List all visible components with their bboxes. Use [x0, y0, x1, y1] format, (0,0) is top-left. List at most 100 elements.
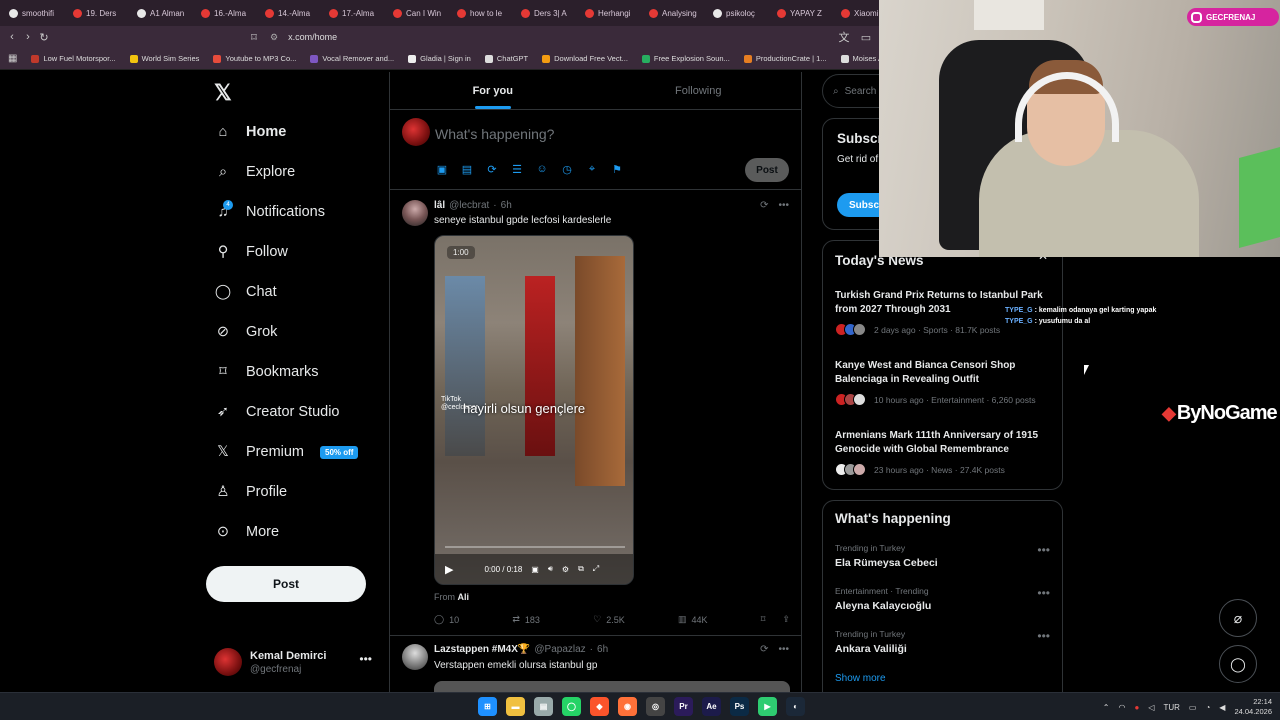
browser-tab[interactable]: 14.-Alma: [260, 2, 322, 24]
browser-tab[interactable]: A1 Alman: [132, 2, 194, 24]
settings-icon[interactable]: ⚙: [562, 565, 569, 574]
back-icon[interactable]: ‹: [4, 31, 20, 43]
bookmark-item[interactable]: ChatGPT: [484, 54, 528, 63]
tweet-time[interactable]: 6h: [501, 200, 512, 211]
address-bar[interactable]: ⚙ x.com/home: [270, 29, 830, 45]
trend-item[interactable]: Trending in Turkey Ela Rümeysa Cebeci •••: [835, 543, 1050, 569]
browser-tab[interactable]: Analysing: [644, 2, 706, 24]
account-switcher[interactable]: Kemal Demirci @gecfrenaj •••: [214, 646, 380, 678]
gif-icon[interactable]: ▤: [460, 162, 474, 176]
tab-following[interactable]: Following: [596, 72, 802, 109]
notepad-icon[interactable]: ▤: [534, 697, 553, 716]
apps-icon[interactable]: ▦: [8, 53, 17, 64]
more-dots-icon[interactable]: •••: [1037, 629, 1050, 643]
photoshop-icon[interactable]: Ps: [730, 697, 749, 716]
image-icon[interactable]: ▣: [435, 162, 449, 176]
avatar[interactable]: [402, 644, 428, 670]
trend-item[interactable]: Trending in Turkey Ankara Valiliği •••: [835, 629, 1050, 655]
browser-tab[interactable]: 19. Ders: [68, 2, 130, 24]
pip-icon[interactable]: ⧉: [578, 564, 584, 574]
tweet[interactable]: lâl @lecbrat · 6h ⟳ ••• seneye istanbul …: [390, 190, 801, 636]
nav-item-bookmarks[interactable]: ⌑ Bookmarks: [214, 358, 318, 386]
repost-button[interactable]: ⇄ 183: [512, 614, 540, 625]
grok-icon[interactable]: ⟳: [760, 200, 768, 211]
tweet-author-name[interactable]: Lazstappen #M4X🏆: [434, 644, 530, 655]
more-dots-icon[interactable]: •••: [778, 200, 789, 211]
language-indicator[interactable]: TUR: [1163, 703, 1179, 712]
news-item[interactable]: Kanye West and Bianca Censori Shop Balen…: [835, 359, 1050, 406]
windows-start-icon[interactable]: ⊞: [478, 697, 497, 716]
news-item[interactable]: Armenians Mark 111th Anniversary of 1915…: [835, 429, 1050, 476]
poll-icon[interactable]: ☰: [510, 162, 524, 176]
x-logo-icon[interactable]: 𝕏: [214, 80, 232, 106]
bookmark-item[interactable]: Free Explosion Soun...: [641, 54, 730, 63]
nav-item-home[interactable]: ⌂ Home: [214, 118, 287, 146]
tray-chevron-icon[interactable]: ⌃: [1103, 703, 1110, 712]
bookmark-page-icon[interactable]: ⌑: [246, 31, 262, 44]
more-dots-icon[interactable]: •••: [1037, 586, 1050, 600]
flag-icon[interactable]: ⚑: [610, 162, 624, 176]
tweet-author-handle[interactable]: @lecbrat: [449, 200, 489, 211]
obs-icon[interactable]: ◎: [646, 697, 665, 716]
wifi-icon[interactable]: ◔: [1205, 703, 1210, 712]
translate-icon[interactable]: 文: [836, 29, 852, 45]
bookmark-item[interactable]: World Sim Series: [129, 54, 199, 63]
bookmark-item[interactable]: Download Free Vect...: [542, 54, 628, 63]
nav-item-notifications[interactable]: ♫ 4 Notifications: [214, 198, 325, 226]
captions-icon[interactable]: ▣: [531, 565, 539, 574]
bookmark-item[interactable]: ProductionCrate | 1...: [743, 54, 827, 63]
more-dots-icon[interactable]: •••: [778, 644, 789, 655]
microphone-icon[interactable]: ●: [1134, 703, 1139, 712]
show-more-link[interactable]: Show more: [835, 673, 886, 684]
views-button[interactable]: ▥ 44K: [678, 614, 708, 625]
bookmark-item[interactable]: Vocal Remover and...: [310, 54, 394, 63]
browser-tab[interactable]: psikoloç: [708, 2, 770, 24]
tweet-author-handle[interactable]: @Papazlaz: [534, 644, 585, 655]
brave-icon[interactable]: ◆: [590, 697, 609, 716]
file-explorer-icon[interactable]: ▬: [506, 697, 525, 716]
share-icon[interactable]: ⇪: [782, 614, 790, 625]
volume-icon[interactable]: ◁: [1148, 703, 1154, 712]
trend-item[interactable]: Entertainment · Trending Aleyna Kalaycıoğ…: [835, 586, 1050, 612]
premiere-icon[interactable]: Pr: [674, 697, 693, 716]
tweet[interactable]: Lazstappen #M4X🏆 @Papazlaz · 6h ⟳ ••• Ve…: [390, 636, 801, 692]
forward-icon[interactable]: ›: [20, 31, 36, 43]
more-dots-icon[interactable]: •••: [1037, 543, 1050, 557]
location-icon[interactable]: ⌖: [585, 162, 599, 176]
nav-item-creator-studio[interactable]: ➶ Creator Studio: [214, 398, 340, 426]
compose-post-button[interactable]: Post: [745, 158, 789, 182]
emoji-icon[interactable]: ☺: [535, 162, 549, 176]
nav-item-follow[interactable]: ⚲ Follow: [214, 238, 288, 266]
tab-for-you[interactable]: For you: [390, 72, 596, 109]
bookmark-item[interactable]: Moises App: M: [840, 54, 880, 63]
post-button[interactable]: Post: [206, 566, 366, 602]
site-info-icon[interactable]: ⚙: [270, 32, 278, 43]
volume-icon[interactable]: 🔊︎: [548, 564, 553, 574]
browser-tab[interactable]: 16.-Alma: [196, 2, 258, 24]
browser-tab[interactable]: Herhangi: [580, 2, 642, 24]
bookmark-button[interactable]: ⌑ ⇪: [761, 614, 790, 625]
cast-icon[interactable]: ▭: [858, 31, 874, 44]
network-icon[interactable]: ◠: [1118, 703, 1125, 712]
display-icon[interactable]: ▭: [1189, 703, 1197, 712]
whatsapp-icon[interactable]: ◯: [562, 697, 581, 716]
nav-item-explore[interactable]: ⌕ Explore: [214, 158, 295, 186]
play-icon[interactable]: ▶: [445, 563, 453, 576]
nav-item-grok[interactable]: ⊘ Grok: [214, 318, 278, 346]
tweet-media-preview[interactable]: [434, 681, 790, 692]
media-player-icon[interactable]: ▶: [758, 697, 777, 716]
browser-tab[interactable]: 17.-Alma: [324, 2, 386, 24]
nav-item-chat[interactable]: ◯ Chat: [214, 278, 277, 306]
firefox-icon[interactable]: ◉: [618, 697, 637, 716]
more-dots-icon[interactable]: •••: [359, 652, 372, 666]
grok-float-button[interactable]: ⌀: [1219, 599, 1257, 637]
tweet-video[interactable]: 1:00 TikTok @ceclosper hayirli olsun gen…: [434, 235, 634, 585]
fullscreen-icon[interactable]: ⤢: [593, 564, 599, 574]
reply-button[interactable]: ◯ 10: [434, 614, 459, 625]
nav-item-more[interactable]: ⊙ More: [214, 518, 279, 546]
tweet-author-name[interactable]: lâl: [434, 200, 445, 211]
grok-icon[interactable]: ⟳: [760, 644, 768, 655]
avatar[interactable]: [402, 200, 428, 226]
from-name[interactable]: Ali: [458, 592, 470, 602]
nav-item-premium[interactable]: 𝕏 Premium 50% off: [214, 438, 359, 466]
